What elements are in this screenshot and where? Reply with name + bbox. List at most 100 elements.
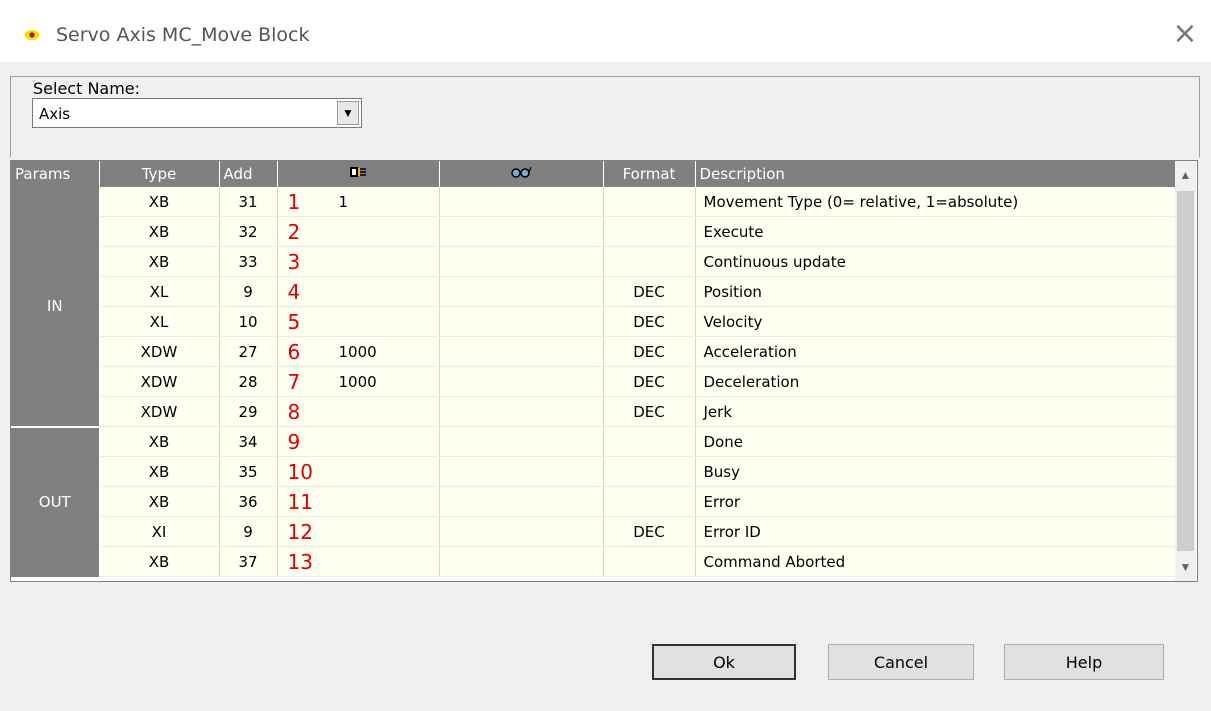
cell-type[interactable]: XL	[99, 306, 220, 337]
cell-description[interactable]: Command Aborted	[695, 546, 1176, 577]
cell-format[interactable]: DEC	[603, 276, 696, 307]
cell-format[interactable]	[603, 187, 696, 217]
cell-format[interactable]: DEC	[603, 396, 696, 427]
select-name-dropdown[interactable]: Axis ▼	[32, 98, 362, 128]
cell-watch[interactable]	[439, 336, 604, 367]
cell-description[interactable]: Error	[695, 486, 1176, 517]
scroll-down-icon[interactable]: ▼	[1175, 553, 1196, 581]
cell-watch[interactable]	[439, 187, 604, 217]
table-row[interactable]: XDW 28 7 1000 DEC Deceleration	[11, 366, 1176, 397]
cell-description[interactable]: Position	[695, 276, 1176, 307]
table-row[interactable]: XB 37 13 Command Aborted	[11, 546, 1176, 577]
col-header-watch[interactable]	[439, 161, 604, 187]
cell-plc[interactable]: 5	[277, 306, 440, 337]
cell-add[interactable]: 27	[219, 336, 278, 367]
table-row[interactable]: XL 9 4 DEC Position	[11, 276, 1176, 307]
cell-description[interactable]: Busy	[695, 456, 1176, 487]
cell-plc[interactable]: 12	[277, 516, 440, 547]
cell-watch[interactable]	[439, 246, 604, 277]
cell-add[interactable]: 35	[219, 456, 278, 487]
cell-add[interactable]: 29	[219, 396, 278, 427]
table-row[interactable]: XB 32 2 Execute	[11, 216, 1176, 247]
cell-type[interactable]: XB	[99, 426, 220, 457]
table-row[interactable]: XDW 27 6 1000 DEC Acceleration	[11, 336, 1176, 367]
cell-plc[interactable]: 6 1000	[277, 336, 440, 367]
table-row[interactable]: XB 33 3 Continuous update	[11, 246, 1176, 277]
cell-format[interactable]	[603, 546, 696, 577]
cell-watch[interactable]	[439, 486, 604, 517]
cell-description[interactable]: Done	[695, 426, 1176, 457]
col-header-format[interactable]: Format	[603, 161, 696, 187]
cell-plc[interactable]: 11	[277, 187, 440, 217]
col-header-description[interactable]: Description	[695, 161, 1176, 187]
cell-format[interactable]: DEC	[603, 516, 696, 547]
cell-watch[interactable]	[439, 306, 604, 337]
cell-add[interactable]: 28	[219, 366, 278, 397]
help-button[interactable]: Help	[1004, 644, 1164, 680]
table-row[interactable]: IN XB 31 11 Movement Type (0= relative, …	[11, 187, 1176, 427]
cell-plc[interactable]: 2	[277, 216, 440, 247]
table-row[interactable]: XL 10 5 DEC Velocity	[11, 306, 1176, 337]
table-row[interactable]: XI 9 12 DEC Error ID	[11, 516, 1176, 547]
cell-add[interactable]: 34	[219, 426, 278, 457]
cell-description[interactable]: Velocity	[695, 306, 1176, 337]
cell-watch[interactable]	[439, 396, 604, 427]
cell-watch[interactable]	[439, 426, 604, 457]
cancel-button[interactable]: Cancel	[828, 644, 974, 680]
table-row[interactable]: OUT XB 34 9 Done	[11, 425, 1176, 577]
cell-format[interactable]	[603, 486, 696, 517]
cell-type[interactable]: XB	[99, 187, 220, 217]
cell-type[interactable]: XB	[99, 486, 220, 517]
cell-description[interactable]: Acceleration	[695, 336, 1176, 367]
chevron-down-icon[interactable]: ▼	[337, 101, 359, 125]
table-row[interactable]: XB 35 10 Busy	[11, 456, 1176, 487]
params-grid[interactable]: Params Type Add Format Description IN XB…	[10, 160, 1198, 582]
col-header-add[interactable]: Add	[219, 161, 278, 187]
cell-plc[interactable]: 9	[277, 426, 440, 457]
cell-description[interactable]: Execute	[695, 216, 1176, 247]
cell-type[interactable]: XDW	[99, 396, 220, 427]
vertical-scrollbar[interactable]: ▲ ▼	[1175, 161, 1196, 581]
cell-type[interactable]: XB	[99, 456, 220, 487]
cell-add[interactable]: 9	[219, 276, 278, 307]
cell-add[interactable]: 32	[219, 216, 278, 247]
cell-plc[interactable]: 13	[277, 546, 440, 577]
cell-format[interactable]	[603, 216, 696, 247]
col-header-plc[interactable]	[277, 161, 440, 187]
cell-type[interactable]: XL	[99, 276, 220, 307]
cell-description[interactable]: Continuous update	[695, 246, 1176, 277]
cell-watch[interactable]	[439, 366, 604, 397]
cell-format[interactable]: DEC	[603, 306, 696, 337]
col-header-params[interactable]: Params	[11, 161, 100, 187]
ok-button[interactable]: Ok	[652, 644, 796, 680]
table-row[interactable]: XDW 29 8 DEC Jerk	[11, 396, 1176, 427]
cell-watch[interactable]	[439, 456, 604, 487]
cell-add[interactable]: 10	[219, 306, 278, 337]
cell-add[interactable]: 33	[219, 246, 278, 277]
cell-plc[interactable]: 8	[277, 396, 440, 427]
cell-type[interactable]: XB	[99, 246, 220, 277]
cell-type[interactable]: XDW	[99, 336, 220, 367]
cell-description[interactable]: Movement Type (0= relative, 1=absolute)	[695, 187, 1176, 217]
table-row[interactable]: XB 36 11 Error	[11, 486, 1176, 517]
cell-watch[interactable]	[439, 516, 604, 547]
cell-add[interactable]: 31	[219, 187, 278, 217]
col-header-type[interactable]: Type	[99, 161, 220, 187]
cell-format[interactable]	[603, 426, 696, 457]
cell-format[interactable]: DEC	[603, 366, 696, 397]
close-icon[interactable]: ×	[1170, 19, 1200, 50]
cell-format[interactable]: DEC	[603, 336, 696, 367]
cell-type[interactable]: XI	[99, 516, 220, 547]
cell-watch[interactable]	[439, 276, 604, 307]
cell-plc[interactable]: 4	[277, 276, 440, 307]
cell-type[interactable]: XDW	[99, 366, 220, 397]
cell-watch[interactable]	[439, 546, 604, 577]
cell-description[interactable]: Jerk	[695, 396, 1176, 427]
cell-plc[interactable]: 10	[277, 456, 440, 487]
cell-format[interactable]	[603, 456, 696, 487]
cell-add[interactable]: 9	[219, 516, 278, 547]
cell-description[interactable]: Deceleration	[695, 366, 1176, 397]
cell-plc[interactable]: 3	[277, 246, 440, 277]
cell-add[interactable]: 37	[219, 546, 278, 577]
cell-type[interactable]: XB	[99, 546, 220, 577]
